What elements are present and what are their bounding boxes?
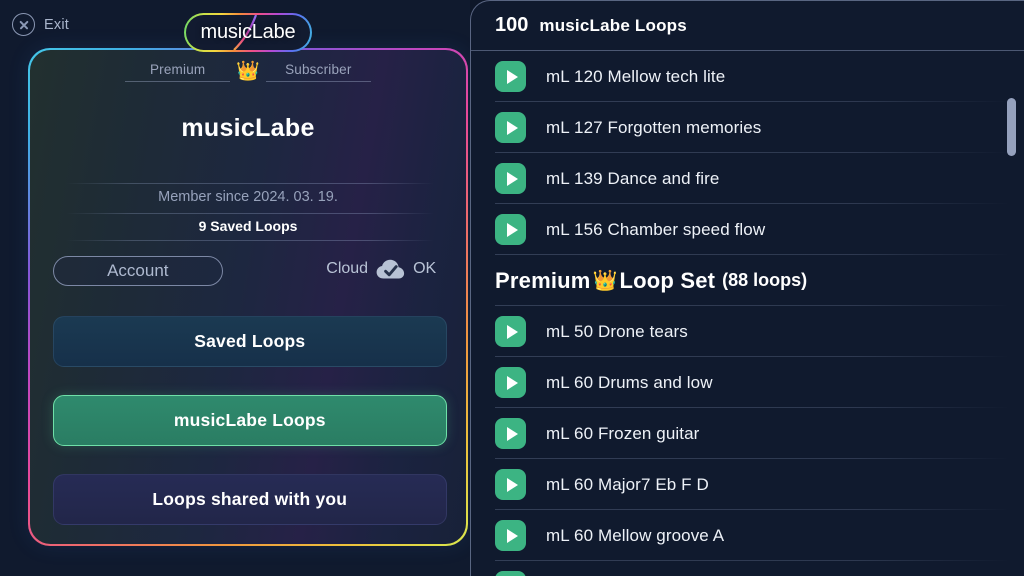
loop-name: mL 156 Chamber speed flow [546, 219, 766, 239]
nav-musiclabe-loops[interactable]: musicLabe Loops [52, 394, 447, 446]
divider [65, 239, 434, 241]
close-icon [12, 13, 35, 36]
cloud-check-icon [376, 259, 405, 279]
nav-saved-loops[interactable]: Saved Loops [52, 315, 447, 367]
list-item[interactable]: mL 60 Mellow groove A [471, 510, 1024, 561]
divider [65, 182, 434, 184]
saved-loops-count: 9 Saved Loops [198, 217, 298, 234]
play-icon[interactable] [495, 163, 526, 194]
loop-list-header: 100 musicLabe Loops [471, 1, 1024, 51]
list-item[interactable]: mL 120 Mellow tech lite [471, 51, 1024, 102]
left-pane: Exit musicLabe Premium 👑 Subscriber musi… [0, 0, 470, 576]
play-icon[interactable] [495, 112, 526, 143]
loop-list-title: musicLabe Loops [539, 15, 687, 35]
play-icon[interactable] [495, 61, 526, 92]
loop-name: mL 127 Forgotten memories [546, 117, 762, 137]
premium-label: Premium [125, 62, 231, 82]
loop-name: mL 120 Mellow tech lite [546, 66, 726, 86]
exit-label: Exit [44, 16, 69, 33]
scrollbar-thumb[interactable] [1007, 98, 1016, 156]
list-item[interactable] [471, 561, 1024, 576]
list-item[interactable]: mL 60 Major7 Eb F D [471, 459, 1024, 510]
list-item[interactable]: mL 156 Chamber speed flow [471, 204, 1024, 255]
cloud-status: Cloud OK [326, 259, 436, 280]
play-icon[interactable] [495, 316, 526, 347]
cloud-ok-status: OK [413, 260, 437, 278]
app-logo-inner: musicLabe [186, 15, 310, 50]
exit-button[interactable]: Exit [12, 13, 69, 36]
app-logo: musicLabe [184, 13, 312, 52]
premium-section-suffix: Loop Set [619, 267, 716, 293]
premium-section-prefix: Premium [495, 267, 591, 293]
subscriber-label: Subscriber [265, 62, 371, 82]
list-item[interactable]: mL 50 Drone tears [471, 306, 1024, 357]
profile-title: musicLabe [181, 113, 315, 142]
list-item[interactable]: mL 127 Forgotten memories [471, 102, 1024, 153]
crown-icon: 👑 [592, 270, 618, 292]
account-button[interactable]: Account [52, 255, 223, 286]
play-icon[interactable] [495, 418, 526, 449]
play-icon[interactable] [495, 520, 526, 551]
premium-loop-set-header: Premium 👑 Loop Set (88 loops) [471, 255, 1024, 306]
app-logo-text: musicLabe [200, 21, 296, 43]
divider [65, 212, 434, 214]
list-item[interactable]: mL 60 Frozen guitar [471, 408, 1024, 459]
loop-count: 100 [495, 14, 529, 36]
cloud-label: Cloud [326, 260, 369, 278]
member-since-text: Member since 2024. 03. 19. [158, 188, 338, 205]
loop-name: mL 60 Mellow groove A [546, 525, 725, 545]
scrollbar[interactable] [1007, 59, 1016, 569]
play-icon[interactable] [495, 571, 526, 576]
premium-subscriber-badge: Premium 👑 Subscriber [30, 62, 466, 82]
loop-name: mL 50 Drone tears [546, 321, 688, 341]
crown-icon: 👑 [236, 60, 260, 82]
app-root: Exit musicLabe Premium 👑 Subscriber musi… [0, 0, 1024, 576]
loop-name: mL 139 Dance and fire [546, 168, 720, 188]
list-item[interactable]: mL 139 Dance and fire [471, 153, 1024, 204]
play-icon[interactable] [495, 469, 526, 500]
loop-browser-pane: 100 musicLabe Loops mL 120 Mellow tech l… [470, 0, 1024, 576]
loop-name: mL 60 Frozen guitar [546, 423, 700, 443]
loop-list[interactable]: mL 120 Mellow tech lite mL 127 Forgotten… [471, 51, 1024, 576]
loop-name: mL 60 Major7 Eb F D [546, 474, 709, 494]
premium-section-count: (88 loops) [722, 270, 808, 290]
nav-shared-loops[interactable]: Loops shared with you [52, 473, 447, 525]
profile-card-inner: Premium 👑 Subscriber musicLabe Member si… [29, 49, 467, 545]
loop-name: mL 60 Drums and low [546, 372, 713, 392]
profile-card: Premium 👑 Subscriber musicLabe Member si… [28, 48, 468, 546]
play-icon[interactable] [495, 367, 526, 398]
list-item[interactable]: mL 60 Drums and low [471, 357, 1024, 408]
play-icon[interactable] [495, 214, 526, 245]
